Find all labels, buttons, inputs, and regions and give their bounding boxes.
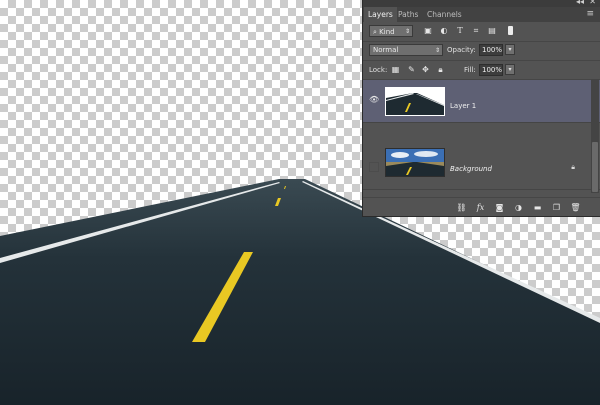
- eye-icon[interactable]: 👁︎: [369, 95, 379, 105]
- layer-thumbnail: [385, 87, 445, 116]
- layers-panel: ◂◂ ✕ Layers Paths Channels ≡ ⌕ Kind ⇕ ▣ …: [362, 0, 600, 217]
- opacity-label: Opacity:: [447, 46, 476, 54]
- collapse-icon[interactable]: ◂◂: [576, 0, 584, 6]
- opacity-input[interactable]: 100%: [479, 44, 503, 56]
- search-icon: ⌕: [373, 28, 377, 36]
- tab-channels[interactable]: Channels: [423, 7, 466, 22]
- layer-mask-icon[interactable]: ◙: [494, 202, 505, 213]
- road-thumbnail-image: [386, 93, 444, 115]
- adjustment-filter-icon[interactable]: ◐: [439, 26, 449, 36]
- panel-menu-icon[interactable]: ≡: [586, 9, 594, 19]
- close-panel-icon[interactable]: ✕: [589, 0, 596, 6]
- type-filter-icon[interactable]: T: [455, 26, 465, 36]
- lock-all-icon[interactable]: 🔒︎: [436, 65, 445, 74]
- kind-filter-select[interactable]: ⌕ Kind ⇕: [369, 25, 413, 37]
- layer-thumbnail: [385, 148, 445, 177]
- scrollbar-thumb[interactable]: [592, 142, 598, 192]
- opacity-dropdown-icon[interactable]: ▾: [505, 44, 515, 55]
- blend-row: Normal ⇕ Opacity: 100% ▾: [363, 42, 600, 60]
- visibility-box[interactable]: [369, 162, 379, 172]
- kind-label: Kind: [379, 28, 395, 36]
- filter-row: ⌕ Kind ⇕ ▣ ◐ T ⌗ ▤: [363, 23, 600, 41]
- lock-label: Lock:: [369, 66, 388, 74]
- layer-row-layer-1[interactable]: 👁︎ Layer 1: [363, 80, 600, 123]
- lock-position-icon[interactable]: ✥: [421, 65, 430, 74]
- fill-input[interactable]: 100%: [479, 64, 503, 76]
- blend-mode-value: Normal: [373, 46, 399, 54]
- fx-icon[interactable]: fx: [475, 202, 486, 213]
- layer-row-background[interactable]: Background 🔒︎: [363, 147, 600, 190]
- tab-layers[interactable]: Layers: [364, 7, 397, 22]
- blend-mode-select[interactable]: Normal ⇕: [369, 44, 443, 56]
- layers-scrollbar[interactable]: [591, 79, 599, 193]
- shape-filter-icon[interactable]: ⌗: [471, 26, 481, 36]
- panel-tabs: Layers Paths Channels ≡: [363, 7, 600, 22]
- adjustment-layer-icon[interactable]: ◑: [513, 202, 524, 213]
- lock-transparent-pixels-icon[interactable]: ▦: [391, 65, 400, 74]
- fill-label: Fill:: [464, 66, 476, 74]
- lock-row: Lock: ▦ ✎ ✥ 🔒︎ Fill: 100% ▾: [363, 61, 600, 79]
- trash-icon[interactable]: 🗑︎: [570, 202, 581, 213]
- layer-name[interactable]: Background: [450, 165, 492, 173]
- layer-name[interactable]: Layer 1: [450, 102, 476, 110]
- new-layer-icon[interactable]: ❐: [551, 202, 562, 213]
- image-filter-icon[interactable]: ▣: [423, 26, 433, 36]
- stepper-icon: ⇕: [404, 28, 410, 35]
- fill-dropdown-icon[interactable]: ▾: [505, 64, 515, 75]
- link-layers-icon[interactable]: ⛓︎: [456, 202, 467, 213]
- panel-footer: ⛓︎ fx ◙ ◑ ▬ ❐ 🗑︎: [363, 197, 600, 217]
- lock-image-pixels-icon[interactable]: ✎: [407, 65, 416, 74]
- layer-lock-icon: 🔒︎: [571, 163, 575, 171]
- new-group-icon[interactable]: ▬: [532, 202, 543, 213]
- filter-toggle-icon[interactable]: [508, 26, 513, 35]
- smart-object-filter-icon[interactable]: ▤: [487, 26, 497, 36]
- panel-title-strip: ◂◂ ✕: [363, 0, 600, 7]
- road-sky-thumbnail-image: [386, 149, 444, 176]
- tab-paths[interactable]: Paths: [394, 7, 422, 22]
- stepper-icon: ⇕: [434, 47, 440, 54]
